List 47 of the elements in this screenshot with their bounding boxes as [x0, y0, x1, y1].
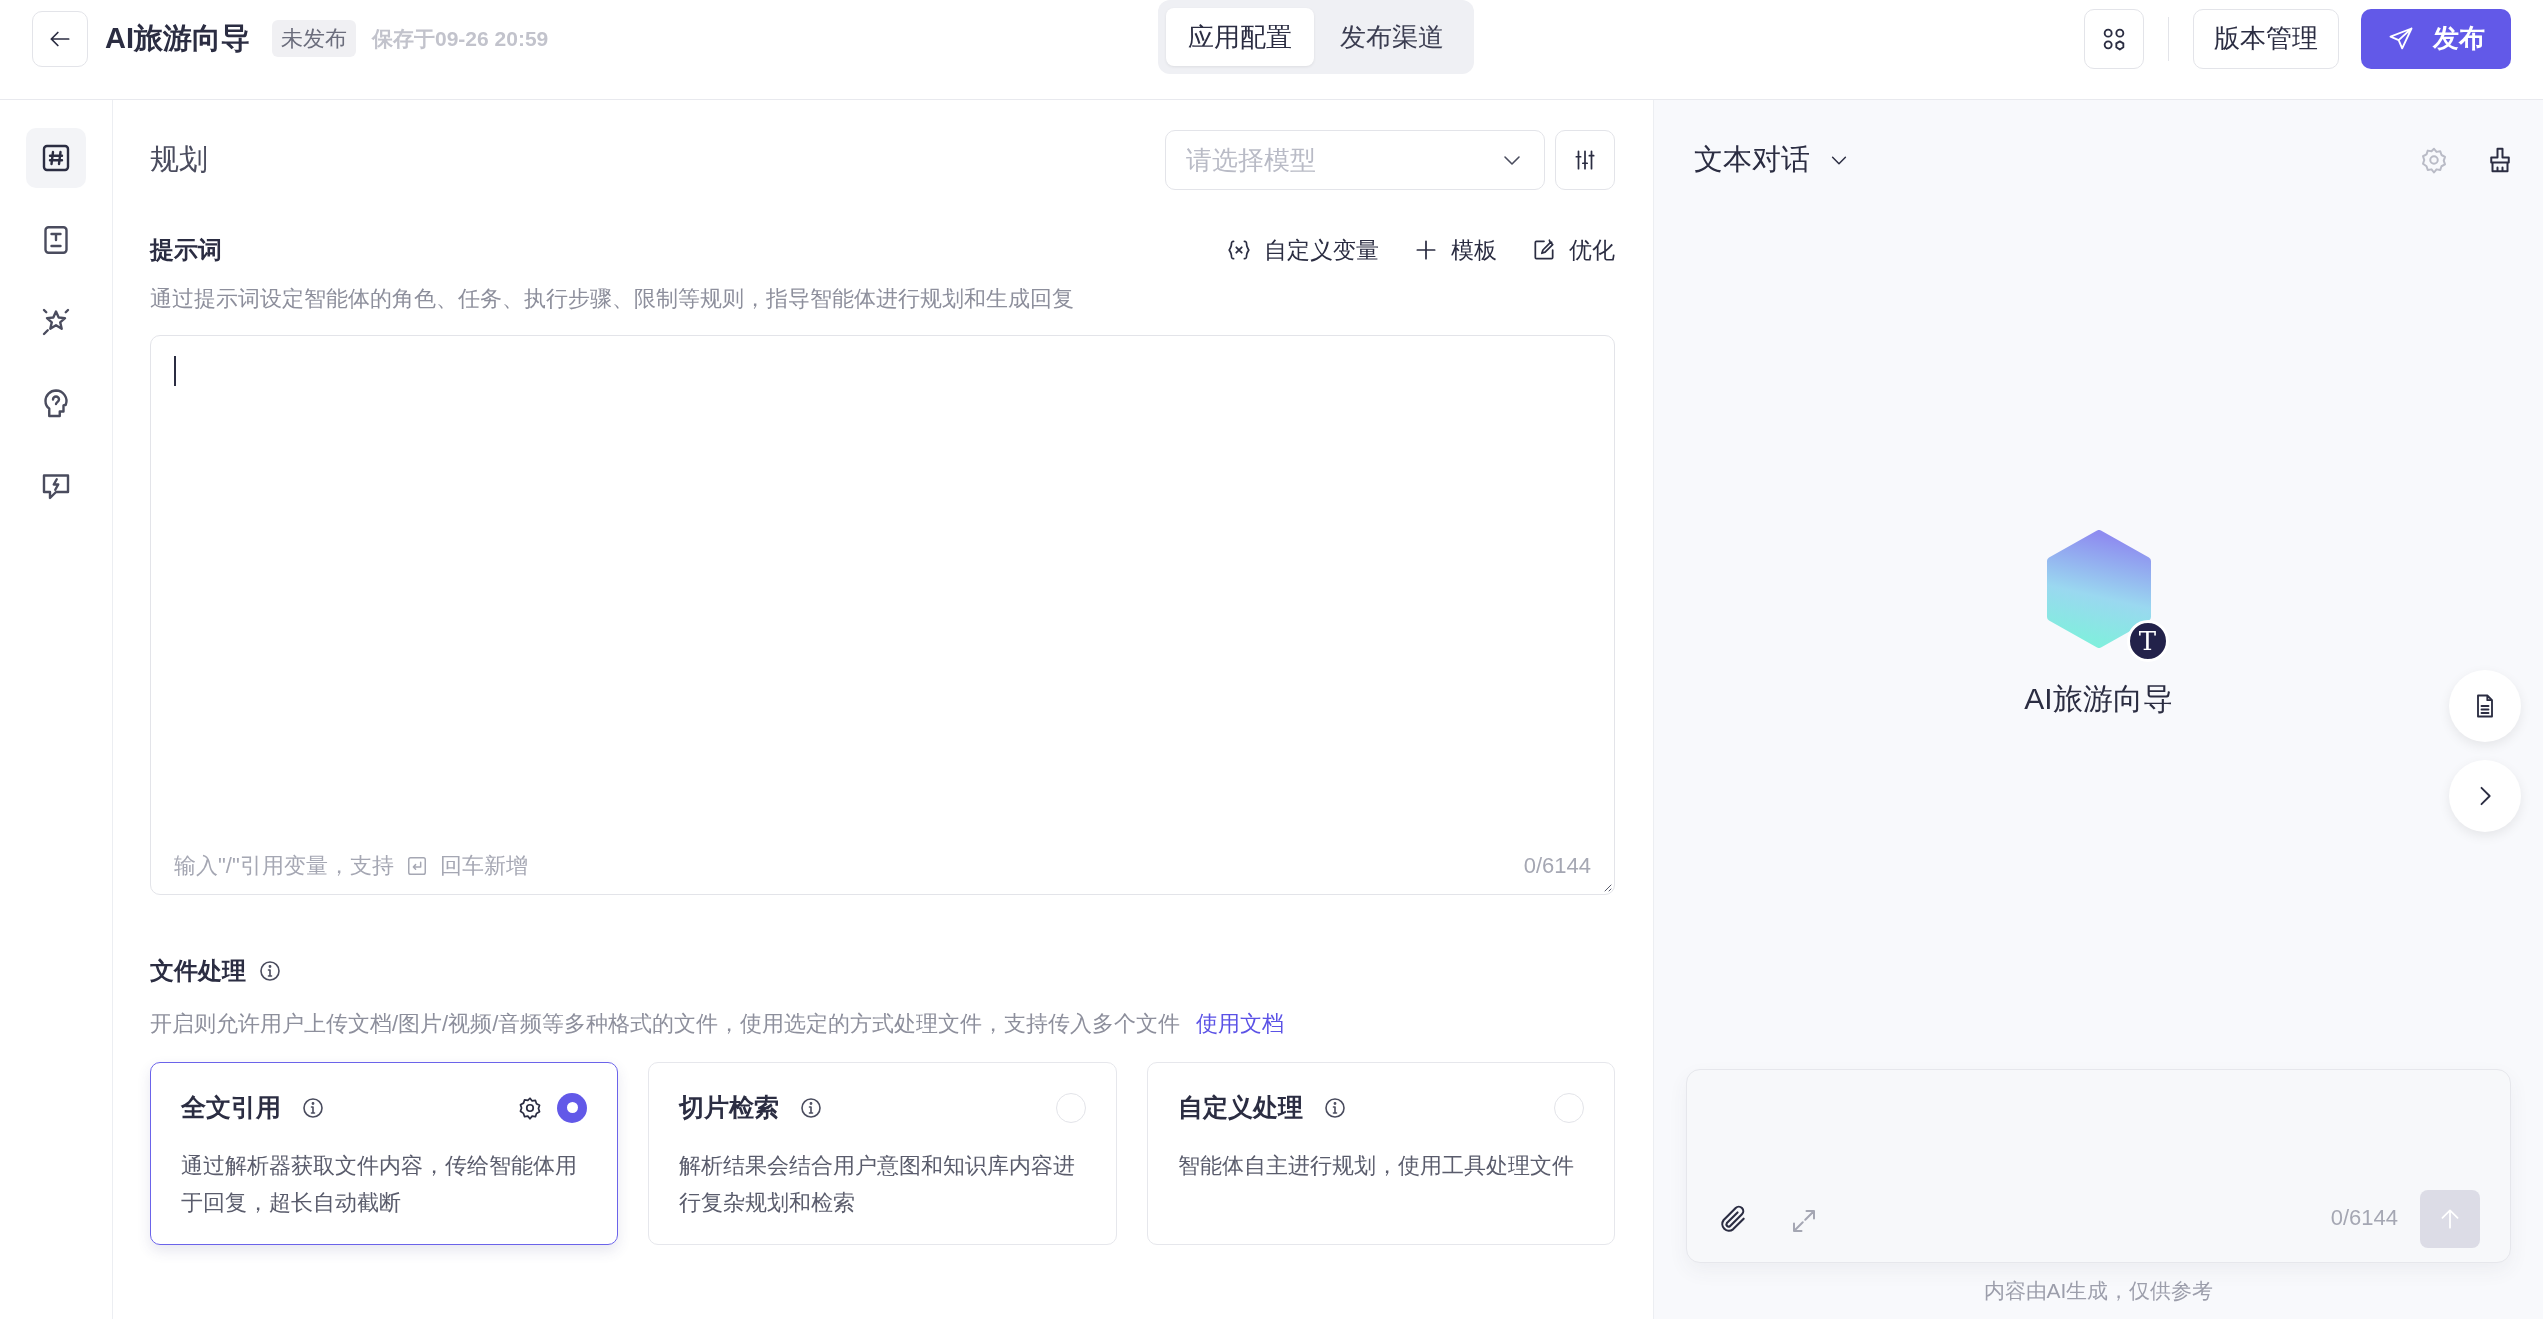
- saved-time: 保存于09-26 20:59: [372, 25, 549, 52]
- info-icon: [799, 1095, 824, 1120]
- radio-button[interactable]: [557, 1092, 588, 1123]
- info-icon: [258, 959, 282, 983]
- file-option-card[interactable]: 自定义处理 智能体自主进行规划，使用工具处理文件: [1146, 1062, 1615, 1245]
- documentation-link[interactable]: 使用文档: [1196, 1007, 1285, 1040]
- input-hint: 输入"/"引用变量，支持: [174, 852, 394, 880]
- prompt-label: 提示词: [150, 235, 222, 265]
- sidebar-item[interactable]: [26, 128, 86, 188]
- prompt-description: 通过提示词设定智能体的角色、任务、执行步骤、限制等规则，指导智能体进行规划和生成回复: [150, 285, 1075, 313]
- file-option-card[interactable]: 全文引用 通过解析器获取文件内容，传给智能体用于回复，超长自动截断: [150, 1062, 619, 1245]
- info-icon: [1322, 1095, 1347, 1120]
- agent-name: AI旅游向导: [2024, 681, 2173, 717]
- option-title: 自定义处理: [1177, 1092, 1303, 1123]
- text-cursor: [174, 356, 176, 386]
- file-processing-description: 开启则允许用户上传文档/图片/视频/音频等多种格式的文件，使用选定的方式处理文件，支持传入多个文件: [150, 1010, 1181, 1038]
- radio-button[interactable]: [1554, 1092, 1584, 1123]
- tab[interactable]: 应用配置: [1166, 8, 1315, 66]
- apps-button[interactable]: [2084, 8, 2144, 69]
- prompt-tool-button[interactable]: 模板: [1413, 232, 1497, 268]
- app-title: AI旅游向导: [105, 20, 250, 56]
- variable-braces-icon: [1226, 237, 1252, 263]
- option-description: 解析结果会结合用户意图和知识库内容进行复杂规划和检索: [679, 1151, 1077, 1217]
- character-counter: 0/6144: [2330, 1204, 2398, 1232]
- version-management-button[interactable]: 版本管理: [2193, 8, 2339, 69]
- option-description: 通过解析器获取文件内容，传给智能体用于回复，超长自动截断: [181, 1151, 578, 1217]
- tab[interactable]: 发布渠道: [1318, 8, 1467, 66]
- text-type-badge: T: [2126, 620, 2169, 662]
- input-hint: 回车新增: [439, 852, 528, 880]
- model-settings-button[interactable]: [1555, 130, 1615, 190]
- option-description: 智能体自主进行规划，使用工具处理文件: [1177, 1151, 1575, 1180]
- info-icon: [301, 1095, 325, 1120]
- file-option-card[interactable]: 切片检索 解析结果会结合用户意图和知识库内容进行复杂规划和检索: [648, 1062, 1117, 1245]
- status-badge: 未发布: [272, 20, 356, 57]
- publish-button[interactable]: 发布: [2361, 8, 2511, 69]
- enter-key-icon: [405, 854, 428, 877]
- magic-edit-icon: [1531, 237, 1557, 263]
- radio-button[interactable]: [1055, 1092, 1086, 1123]
- prompt-tool-button[interactable]: 自定义变量: [1226, 232, 1379, 268]
- file-processing-label: 文件处理: [150, 956, 246, 986]
- character-counter: 0/6144: [1523, 852, 1591, 880]
- chat-mode-dropdown[interactable]: 文本对话: [1694, 138, 1850, 182]
- ai-disclaimer: 内容由AI生成，仅供参考: [1982, 1278, 2215, 1305]
- option-title: 全文引用: [181, 1092, 281, 1123]
- section-title: 规划: [150, 142, 208, 178]
- option-title: 切片检索: [679, 1092, 780, 1123]
- prompt-tool-button[interactable]: 优化: [1531, 232, 1615, 268]
